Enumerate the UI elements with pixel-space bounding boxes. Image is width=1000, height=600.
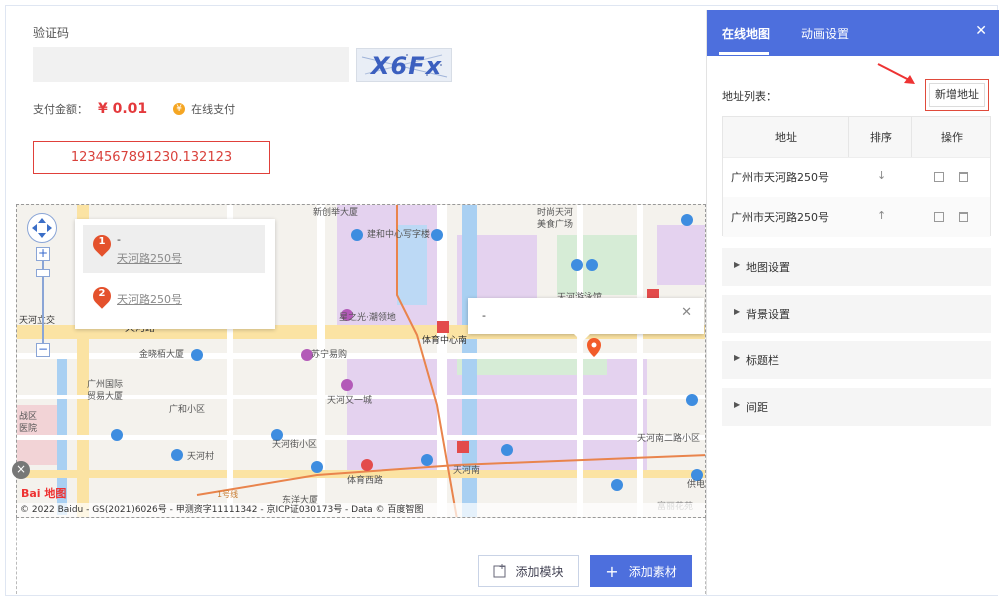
route-number: 1 [98, 236, 106, 247]
section-label: 间距 [746, 401, 768, 414]
payment-row: 支付金额： ¥ 0.01 ¥ 在线支付 [33, 100, 235, 118]
close-icon[interactable]: ✕ [975, 23, 987, 39]
pay-amount-label: 支付金额： [33, 103, 88, 116]
tab-online-map[interactable]: 在线地图 [722, 25, 770, 42]
svg-text:时尚天河: 时尚天河 [537, 206, 573, 218]
edit-icon[interactable] [934, 212, 944, 222]
svg-text:天河村: 天河村 [187, 450, 214, 462]
section-background-settings[interactable]: ▶ 背景设置 [722, 295, 991, 333]
map-container[interactable]: 新创举大厦 时尚天河 美食广场 建和中心写字楼 天河立交 天河路 体育中心南 星… [16, 204, 706, 518]
svg-text:新创举大厦: 新创举大厦 [313, 206, 358, 218]
captcha-label: 验证码 [33, 26, 70, 40]
svg-text:建和中心写字楼: 建和中心写字楼 [367, 228, 430, 240]
table-header-actions: 操作 [941, 131, 963, 144]
plus-icon: + [605, 561, 619, 581]
address-list-label: 地址列表： [722, 90, 777, 103]
table-header-sort: 排序 [870, 131, 892, 144]
table-header-address: 地址 [775, 131, 797, 144]
svg-text:金晓栢大厦: 金晓栢大厦 [139, 348, 184, 360]
add-module-icon [493, 564, 506, 578]
svg-text:苏宁易购: 苏宁易购 [311, 348, 347, 360]
section-label: 标题栏 [746, 354, 779, 367]
add-module-label: 添加模块 [515, 564, 564, 579]
svg-text:体育西路: 体育西路 [347, 474, 383, 486]
section-map-settings[interactable]: ▶ 地图设置 [722, 248, 991, 286]
sort-down-icon[interactable]: ↓ [877, 169, 886, 182]
zoom-track[interactable] [42, 253, 44, 348]
svg-text:天河又一城: 天河又一城 [327, 394, 372, 406]
tab-animation-settings[interactable]: 动画设置 [801, 25, 849, 42]
svg-text:贸易大厦: 贸易大厦 [87, 390, 123, 402]
zoom-slider-handle[interactable] [36, 269, 50, 277]
close-icon[interactable]: × [12, 461, 30, 479]
section-spacing[interactable]: ▶ 间距 [722, 388, 991, 426]
svg-text:医院: 医院 [19, 422, 37, 434]
route-number: 2 [98, 288, 106, 299]
add-address-highlight: 新增地址 [925, 79, 989, 111]
section-label: 地图设置 [746, 261, 790, 274]
svg-text:供电大: 供电大 [687, 478, 706, 490]
baidu-map-logo: Bai 地图 [21, 487, 67, 500]
svg-text:天河南: 天河南 [453, 464, 480, 476]
add-material-label: 添加素材 [628, 564, 677, 579]
active-tab-indicator [719, 52, 769, 55]
route-title: - [117, 233, 121, 246]
row-address: 广州市天河路250号 [731, 171, 829, 184]
column-divider [911, 117, 912, 157]
svg-text:天河立交: 天河立交 [19, 314, 55, 326]
svg-text:星之光·潮领地: 星之光·潮领地 [339, 311, 396, 323]
route-address[interactable]: 天河路250号 [117, 250, 182, 266]
pay-amount: ¥ 0.01 [98, 101, 148, 117]
svg-text:广和小区: 广和小区 [169, 403, 205, 415]
svg-text:美食广场: 美食广场 [537, 218, 573, 230]
zoom-out-button[interactable]: − [36, 343, 50, 357]
svg-text:战区: 战区 [19, 411, 37, 422]
caret-right-icon: ▶ [734, 307, 741, 316]
svg-text:1号线: 1号线 [217, 489, 238, 499]
row-address: 广州市天河路250号 [731, 211, 829, 224]
trash-icon[interactable] [959, 212, 968, 222]
route-address[interactable]: 天河路250号 [117, 291, 182, 307]
trash-icon[interactable] [959, 172, 968, 182]
settings-panel: 在线地图 动画设置 ✕ 地址列表： 新增地址 地址 排序 操作 广州市天河路25… [706, 10, 999, 595]
table-header-row: 地址 排序 操作 [723, 117, 990, 157]
column-divider [848, 117, 849, 157]
svg-text:广州国际: 广州国际 [87, 378, 123, 390]
sort-up-icon[interactable]: ↑ [877, 209, 886, 222]
map-pan-control[interactable] [27, 213, 57, 243]
panel-header: 在线地图 动画设置 ✕ [707, 10, 999, 56]
address-table: 地址 排序 操作 广州市天河路250号 ↓ 广州市天河路250号 ↑ [722, 116, 991, 237]
pan-arrows-icon [32, 218, 52, 238]
section-title-bar[interactable]: ▶ 标题栏 [722, 341, 991, 379]
caret-right-icon: ▶ [734, 353, 741, 362]
table-row: 广州市天河路250号 ↑ [723, 197, 990, 237]
zoom-in-button[interactable]: + [36, 247, 50, 261]
red-arrow-icon [877, 63, 915, 84]
caret-right-icon: ▶ [734, 260, 741, 269]
svg-text:体育中心南: 体育中心南 [422, 334, 467, 346]
captcha-text: X6Fx [371, 52, 443, 80]
close-icon[interactable]: ✕ [681, 305, 692, 320]
info-window-tail [574, 334, 590, 342]
edit-icon[interactable] [934, 172, 944, 182]
add-address-button[interactable]: 新增地址 [929, 83, 985, 107]
route-item-1[interactable]: 1 - 天河路250号 [83, 225, 265, 273]
add-material-button[interactable]: + 添加素材 [590, 555, 692, 587]
route-list-panel: 1 - 天河路250号 2 天河路250号 [75, 219, 275, 329]
info-window-text: - [482, 309, 486, 322]
add-module-button[interactable]: 添加模块 [478, 555, 579, 587]
route-item-2[interactable]: 2 天河路250号 [83, 277, 265, 325]
map-info-window: - ✕ [468, 298, 704, 342]
svg-text:天河南二路小区: 天河南二路小区 [637, 432, 700, 444]
pay-method: 在线支付 [191, 103, 236, 116]
order-number-box[interactable]: 1234567891230.132123 [33, 141, 270, 174]
captcha-input[interactable] [33, 47, 349, 82]
map-copyright: © 2022 Baidu - GS(2021)6026号 - 甲测资字11111… [17, 503, 705, 517]
yuan-coin-icon: ¥ [173, 103, 186, 115]
svg-text:天河街小区: 天河街小区 [272, 438, 317, 450]
table-row: 广州市天河路250号 ↓ [723, 157, 990, 197]
captcha-image[interactable]: X6Fx [356, 48, 452, 82]
caret-right-icon: ▶ [734, 400, 741, 409]
section-label: 背景设置 [746, 308, 790, 321]
